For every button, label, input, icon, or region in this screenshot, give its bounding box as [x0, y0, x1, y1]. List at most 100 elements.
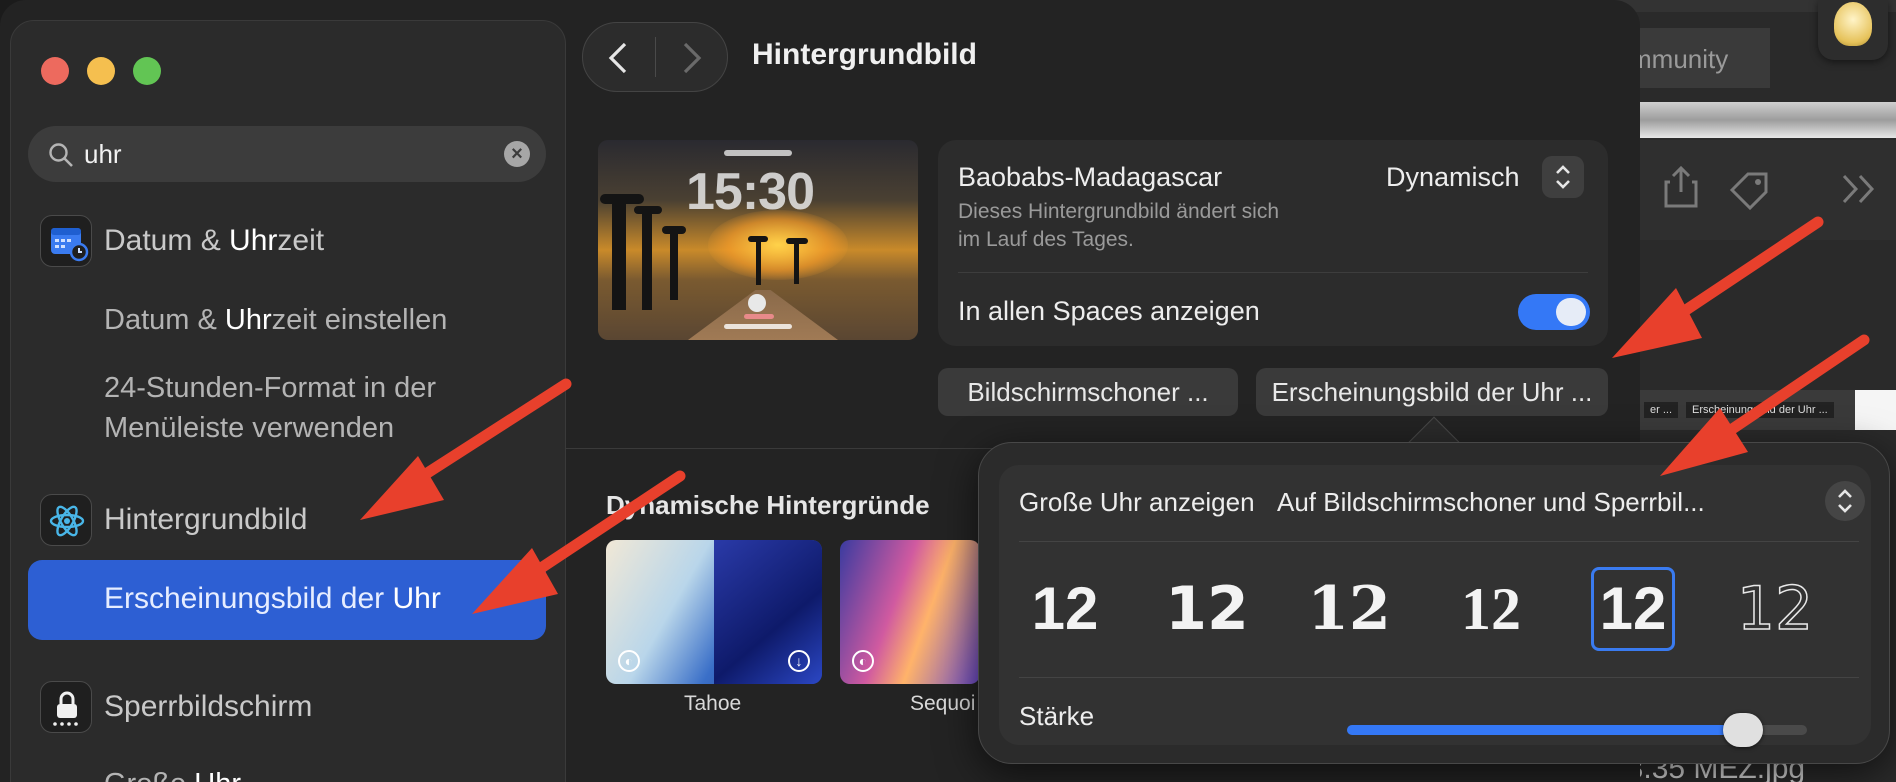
preview-tree: [642, 210, 652, 310]
background-white-block: [1855, 390, 1896, 430]
preview-time: 15:30: [686, 163, 815, 221]
sidebar-subitem-set-date-time[interactable]: Datum & Uhrzeit einstellen: [104, 300, 447, 340]
wallpaper-thumb-tahoe[interactable]: ◐ ↓: [606, 540, 822, 684]
wallpaper-caption: Tahoe: [684, 692, 742, 715]
forward-chevron-icon[interactable]: [679, 41, 705, 75]
big-clock-value[interactable]: Auf Bildschirmschoner und Sperrbil...: [1277, 487, 1705, 518]
section-title: Dynamische Hintergründe: [606, 490, 930, 520]
search-match: Uhr: [194, 768, 241, 782]
calendar-clock-icon: [40, 215, 92, 267]
sidebar-subitem-clock-appearance[interactable]: Erscheinungsbild der Uhr: [28, 560, 546, 640]
lock-icon: [40, 681, 92, 733]
clear-search-icon[interactable]: ×: [504, 141, 530, 167]
preview-tree: [756, 240, 761, 285]
sidebar-subitem-24h-format[interactable]: 24-Stunden-Format in der Menüleiste verw…: [104, 368, 436, 448]
preview-tree: [794, 242, 799, 284]
label-part: Erscheinungsbild der: [104, 582, 393, 615]
big-clock-label: Große Uhr anzeigen: [1019, 487, 1255, 517]
search-match: Uhr: [224, 304, 272, 336]
background-thumb-label: Erscheinungsbild der Uhr ...: [1686, 402, 1834, 418]
zoom-window-button[interactable]: [133, 57, 161, 85]
toggle-knob: [1556, 298, 1586, 326]
nav-separator: [655, 37, 656, 77]
wallpaper-thumb-sequoia[interactable]: ◐: [840, 540, 980, 684]
clock-appearance-popover: Große Uhr anzeigen Auf Bildschirmschoner…: [978, 442, 1890, 764]
dynamic-wallpaper-icon: ◐: [852, 650, 874, 672]
screensaver-button[interactable]: Bildschirmschoner ...: [938, 368, 1238, 416]
wallpaper-description: Dieses Hintergrundbild ändert sich im La…: [958, 198, 1358, 254]
label-part: Große: [104, 768, 194, 782]
wallpaper-info-card: Baobabs-Madagascar Dieses Hintergrundbil…: [938, 140, 1608, 346]
preview-bar: [724, 150, 792, 156]
thickness-label: Stärke: [1019, 701, 1095, 731]
divider: [958, 272, 1588, 273]
background-toolbar-strip: [1640, 102, 1896, 138]
dynamic-wallpaper-icon: ◐: [618, 650, 640, 672]
wallpaper-caption: Sequoi: [910, 692, 976, 715]
sidebar-item-wallpaper[interactable]: Hintergrundbild: [28, 483, 546, 557]
background-search-text: mmunity: [1630, 44, 1729, 74]
page-title: Hintergrundbild: [752, 38, 977, 71]
description-line: im Lauf des Tages.: [958, 228, 1134, 251]
slider-thumb[interactable]: [1722, 713, 1763, 747]
divider: [1019, 541, 1859, 542]
clock-style-option[interactable]: 12: [1449, 567, 1533, 651]
preview-tree: [786, 238, 808, 244]
preview-dot: [748, 294, 766, 312]
clock-appearance-button[interactable]: Erscheinungsbild der Uhr ...: [1256, 368, 1608, 416]
clock-style-option[interactable]: 12: [1165, 567, 1249, 651]
share-icon[interactable]: [1664, 166, 1698, 208]
preview-tree: [748, 236, 768, 242]
thickness-slider[interactable]: [1347, 713, 1807, 747]
lightbulb-icon[interactable]: [1818, 0, 1888, 60]
back-chevron-icon[interactable]: [605, 41, 631, 75]
sidebar-item-label: Sperrbildschirm: [104, 690, 313, 723]
sidebar-item-label: Hintergrundbild: [104, 503, 308, 536]
all-spaces-label: In allen Spaces anzeigen: [958, 296, 1260, 326]
tag-icon[interactable]: [1728, 170, 1772, 210]
sidebar-subitem-big-clock[interactable]: Große Uhr: [104, 764, 241, 782]
clock-style-option[interactable]: 12: [1023, 567, 1107, 651]
all-spaces-toggle[interactable]: [1518, 294, 1590, 330]
download-icon[interactable]: ↓: [788, 650, 810, 672]
popover-content: Große Uhr anzeigen Auf Bildschirmschoner…: [999, 465, 1871, 747]
label-part: zeit einstellen: [271, 304, 448, 336]
close-window-button[interactable]: [41, 57, 69, 85]
search-icon: [49, 143, 73, 167]
description-line: Dieses Hintergrundbild ändert sich: [958, 200, 1279, 223]
sidebar-item-label: Datum & Uhrzeit: [104, 224, 324, 258]
wallpaper-mode-value[interactable]: Dynamisch: [1386, 162, 1520, 193]
preview-tree: [670, 230, 678, 300]
clock-style-option-selected[interactable]: 12: [1591, 567, 1675, 651]
preview-tree: [634, 206, 662, 214]
sidebar-item-label: Erscheinungsbild der Uhr: [104, 582, 441, 616]
search-field[interactable]: ×: [28, 126, 546, 182]
search-match: Uhr: [229, 224, 278, 257]
label-line: 24-Stunden-Format in der: [104, 372, 437, 404]
preview-tree: [612, 200, 626, 310]
double-chevron-icon[interactable]: [1840, 172, 1880, 206]
wallpaper-preview[interactable]: 15:30: [598, 140, 918, 340]
clock-style-option[interactable]: 12: [1307, 567, 1391, 651]
minimize-window-button[interactable]: [87, 57, 115, 85]
preview-bar: [744, 314, 774, 319]
divider: [1019, 677, 1859, 678]
wallpaper-flower-icon: [40, 494, 92, 546]
background-toolbar: [1640, 140, 1896, 240]
updown-stepper-icon[interactable]: [1542, 156, 1584, 198]
preview-tree: [662, 226, 686, 234]
search-input[interactable]: [84, 136, 484, 172]
preview-tree: [600, 194, 644, 204]
background-thumb-label: er ...: [1644, 402, 1679, 418]
preview-bar: [724, 324, 792, 329]
label-part: Datum &: [104, 304, 225, 336]
label-part: Datum &: [104, 224, 230, 257]
slider-fill: [1347, 725, 1743, 735]
search-match: Uhr: [392, 582, 441, 615]
label-part: zeit: [277, 224, 325, 257]
sidebar-item-lock-screen[interactable]: Sperrbildschirm: [28, 670, 546, 744]
sidebar-item-date-time[interactable]: Datum & Uhrzeit: [28, 204, 546, 278]
updown-stepper-icon[interactable]: [1825, 481, 1865, 521]
wallpaper-name: Baobabs-Madagascar: [958, 162, 1223, 192]
clock-style-option[interactable]: 12: [1733, 567, 1817, 651]
